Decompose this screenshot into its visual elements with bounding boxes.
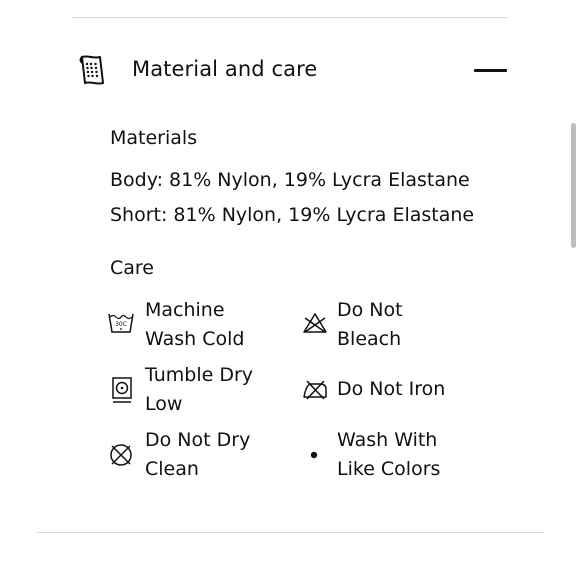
care-label-line2: Clean	[145, 458, 199, 480]
care-item-do-not-dry-clean: Do Not Dry Clean	[108, 426, 288, 486]
care-item-do-not-iron: Do Not Iron	[302, 375, 482, 407]
collapse-button[interactable]	[474, 58, 508, 82]
care-label-line1: Do Not	[337, 299, 403, 321]
machine-wash-cold-icon: 30C	[108, 313, 134, 333]
care-label-line2: Low	[145, 393, 183, 415]
material-line-body: Body: 81% Nylon, 19% Lycra Elastane	[110, 169, 470, 191]
care-label-line2: Bleach	[337, 328, 402, 350]
care-label-line1: Wash With	[337, 429, 438, 451]
care-label-line1: Do Not Dry	[145, 429, 251, 451]
care-heading: Care	[110, 257, 154, 279]
top-divider	[72, 17, 508, 18]
minus-icon	[474, 69, 507, 72]
wash-with-like-colors-icon	[310, 451, 318, 459]
materials-heading: Materials	[110, 127, 198, 149]
care-item-tumble-dry-low: Tumble Dry Low	[108, 361, 288, 421]
bottom-divider	[36, 532, 544, 533]
material-and-care-accordion-header[interactable]: Material and care	[72, 50, 508, 94]
do-not-iron-icon	[303, 380, 327, 400]
care-item-machine-wash-cold: 30C Machine Wash Cold	[108, 296, 288, 356]
svg-text:30C: 30C	[115, 321, 127, 328]
do-not-bleach-icon	[303, 313, 327, 333]
care-item-wash-with-like-colors: Wash With Like Colors	[302, 426, 482, 486]
care-label-line1: Machine	[145, 299, 225, 321]
care-label-line2: Wash Cold	[145, 328, 245, 350]
do-not-dry-clean-icon	[110, 444, 132, 466]
accordion-title: Material and care	[132, 57, 318, 81]
material-line-short: Short: 81% Nylon, 19% Lycra Elastane	[110, 204, 475, 226]
care-label-icon	[79, 55, 104, 85]
care-label-line1: Tumble Dry	[145, 364, 254, 386]
scrollbar-thumb[interactable]	[571, 123, 576, 248]
care-item-do-not-bleach: Do Not Bleach	[302, 296, 482, 356]
tumble-dry-low-icon	[112, 377, 132, 403]
care-label-line1: Do Not Iron	[337, 378, 446, 400]
care-label-line2: Like Colors	[337, 458, 441, 480]
